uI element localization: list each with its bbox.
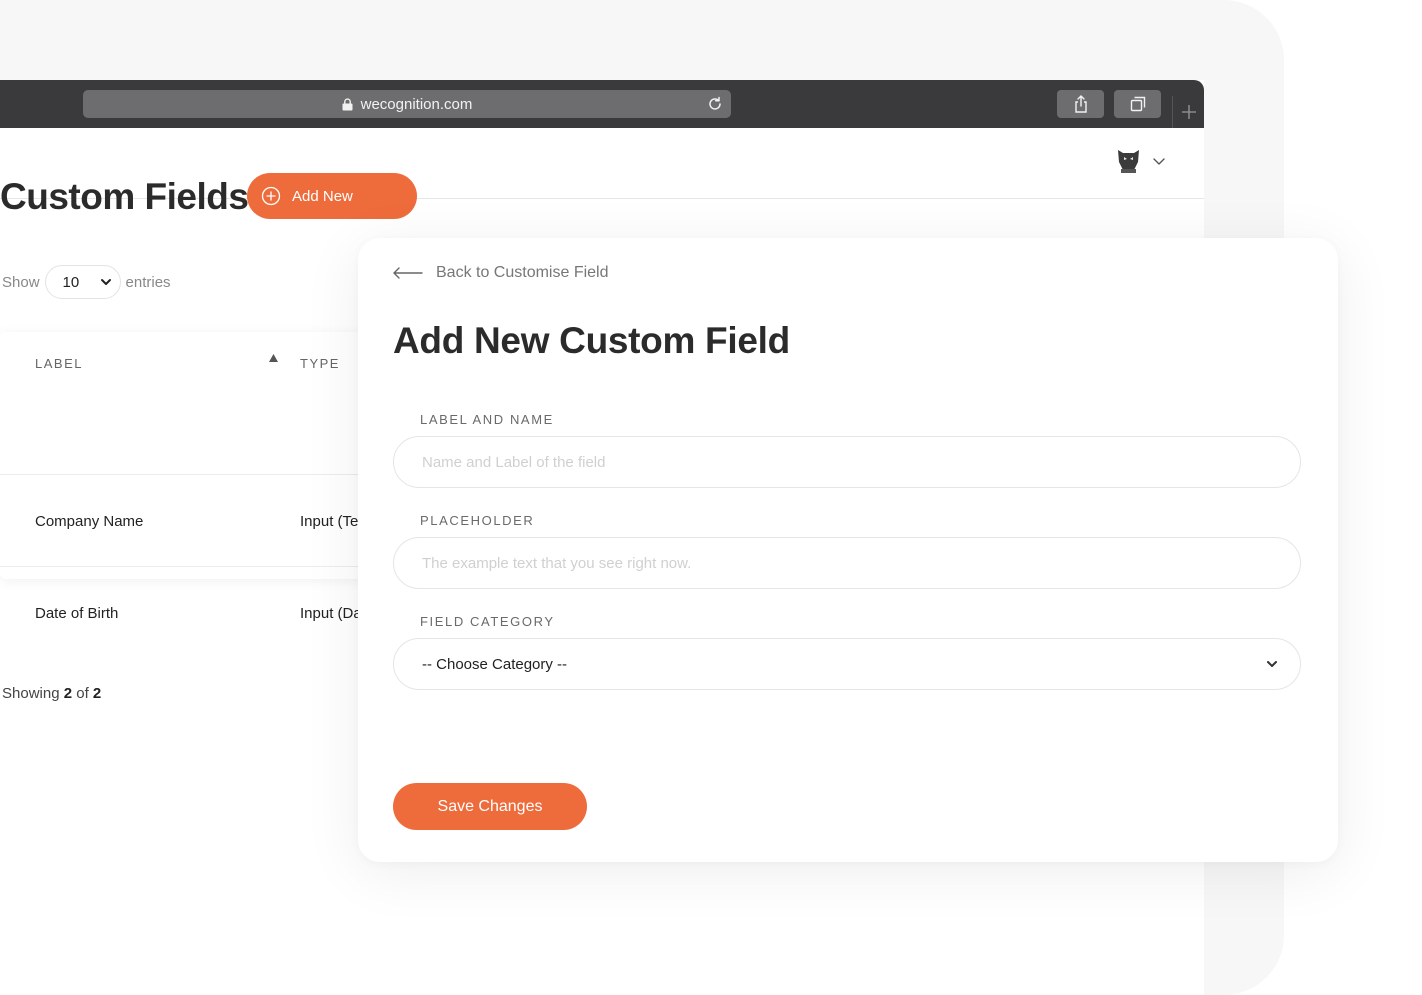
table-cell-label: Company Name bbox=[35, 513, 144, 530]
browser-toolbar: wecognition.com bbox=[0, 80, 1204, 128]
category-label: FIELD CATEGORY bbox=[420, 614, 555, 629]
save-changes-button[interactable]: Save Changes bbox=[393, 783, 587, 830]
entries-value: 10 bbox=[62, 273, 80, 291]
tabs-icon bbox=[1130, 96, 1145, 112]
share-button[interactable] bbox=[1057, 90, 1104, 118]
showing-prefix: Showing bbox=[2, 685, 60, 702]
row-divider bbox=[0, 566, 400, 567]
column-header-type[interactable]: TYPE bbox=[300, 356, 340, 371]
label-name-label: LABEL AND NAME bbox=[420, 412, 554, 427]
tabs-button[interactable] bbox=[1114, 90, 1161, 118]
address-bar[interactable]: wecognition.com bbox=[83, 90, 731, 118]
chevron-down-icon bbox=[1267, 661, 1277, 667]
add-new-label: Add New bbox=[292, 187, 353, 205]
placeholder-label: PLACEHOLDER bbox=[420, 513, 535, 528]
plus-circle-icon bbox=[261, 186, 281, 206]
back-label: Back to Customise Field bbox=[436, 264, 609, 281]
url-text: wecognition.com bbox=[360, 95, 473, 113]
modal-title: Add New Custom Field bbox=[393, 320, 790, 361]
share-icon bbox=[1074, 95, 1087, 113]
add-field-modal: Back to Customise Field Add New Custom F… bbox=[358, 238, 1338, 862]
arrow-left-icon bbox=[393, 267, 423, 279]
entries-select[interactable]: 10 bbox=[44, 265, 121, 299]
entries-label: entries bbox=[125, 273, 171, 291]
showing-count: 2 bbox=[63, 685, 73, 702]
new-tab-button[interactable] bbox=[1172, 96, 1204, 128]
table-info: Showing 2 of 2 bbox=[2, 685, 101, 702]
back-link[interactable]: Back to Customise Field bbox=[393, 264, 609, 282]
chevron-down-icon[interactable] bbox=[1152, 154, 1166, 168]
column-header-label[interactable]: LABEL bbox=[35, 356, 83, 371]
showing-of: of bbox=[76, 685, 89, 702]
reload-icon[interactable] bbox=[707, 96, 723, 112]
placeholder-input[interactable]: The example text that you see right now. bbox=[393, 537, 1301, 589]
add-new-button[interactable]: Add New bbox=[247, 173, 417, 219]
user-avatar-icon[interactable] bbox=[1116, 147, 1141, 175]
category-value: -- Choose Category -- bbox=[422, 655, 568, 673]
table-cell-type: Input (Te bbox=[300, 513, 359, 530]
chevron-down-icon bbox=[100, 279, 111, 285]
plus-icon bbox=[1181, 105, 1196, 119]
table-cell-label: Date of Birth bbox=[35, 605, 119, 622]
show-label: Show bbox=[2, 273, 40, 291]
table-cell-type: Input (Da bbox=[300, 605, 362, 622]
showing-total: 2 bbox=[92, 685, 102, 702]
lock-icon bbox=[342, 97, 353, 110]
sort-up-icon[interactable] bbox=[269, 354, 278, 362]
entries-control: Show 10 entries bbox=[2, 265, 171, 299]
row-divider bbox=[0, 474, 400, 475]
category-select[interactable]: -- Choose Category -- bbox=[393, 638, 1301, 690]
page-title: Custom Fields bbox=[0, 176, 249, 217]
label-name-input[interactable]: Name and Label of the field bbox=[393, 436, 1301, 488]
placeholder-placeholder: The example text that you see right now. bbox=[422, 554, 692, 572]
label-name-placeholder: Name and Label of the field bbox=[422, 453, 606, 471]
